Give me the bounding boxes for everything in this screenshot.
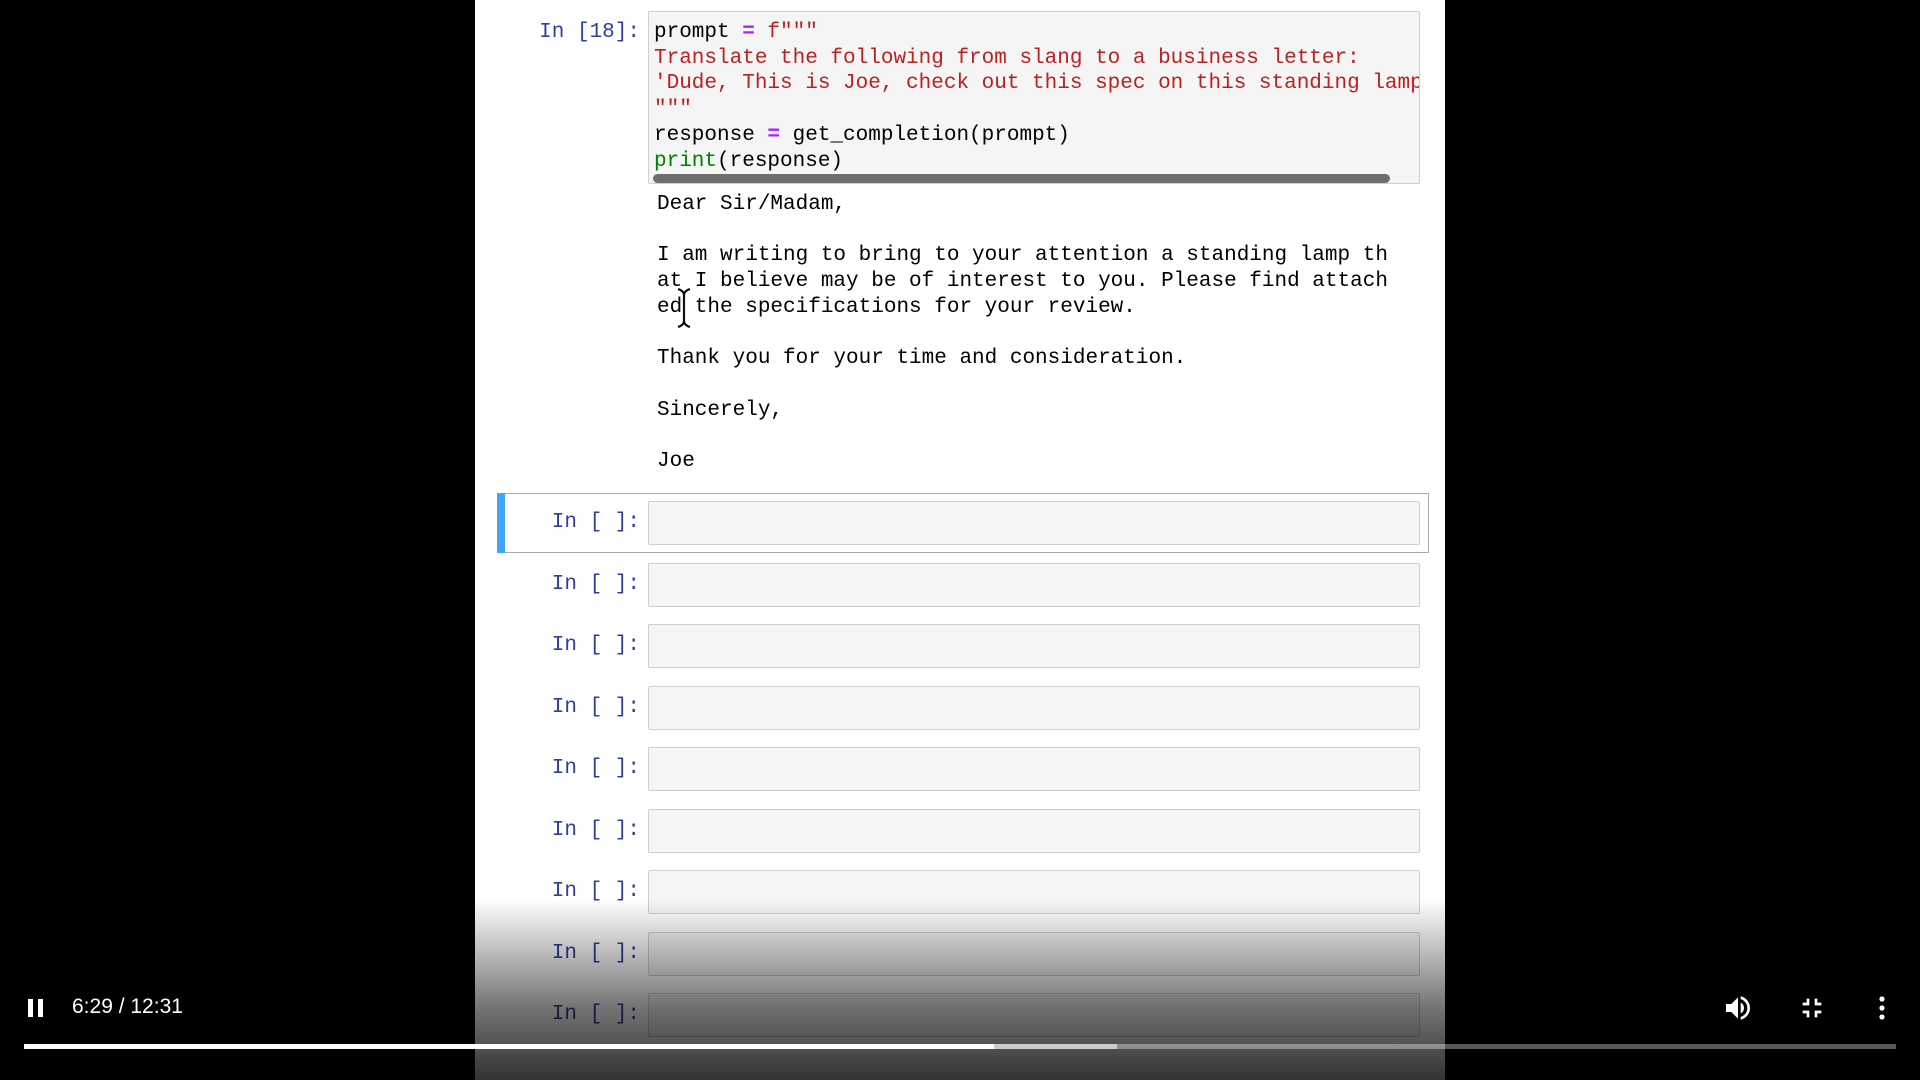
exit-fullscreen-button[interactable] bbox=[1796, 992, 1828, 1024]
cell-prompt: In [ ]: bbox=[551, 819, 640, 842]
empty-code-cell-input[interactable] bbox=[648, 501, 1420, 545]
empty-code-cell-input[interactable] bbox=[648, 993, 1420, 1037]
cell-prompt: In [ ]: bbox=[551, 634, 640, 657]
code-line: response = get_completion(prompt) bbox=[654, 123, 1419, 149]
cell-output: Dear Sir/Madam, I am writing to bring to… bbox=[657, 193, 1388, 474]
progress-bar[interactable] bbox=[24, 1044, 1896, 1049]
code-token: print bbox=[654, 149, 718, 173]
code-token: Translate the following from slang to a … bbox=[654, 46, 1360, 70]
empty-code-cell-input[interactable] bbox=[648, 686, 1420, 730]
code-cell-input[interactable]: prompt = f""" Translate the following fro… bbox=[648, 11, 1420, 184]
empty-code-cell-input[interactable] bbox=[648, 747, 1420, 791]
exit-fullscreen-icon bbox=[1802, 998, 1822, 1018]
code-editor[interactable]: prompt = f""" Translate the following fro… bbox=[654, 20, 1419, 174]
code-token: = bbox=[767, 123, 781, 147]
text-cursor-icon bbox=[677, 287, 691, 329]
empty-code-cell-input[interactable] bbox=[648, 870, 1420, 914]
empty-code-cell-input[interactable] bbox=[648, 932, 1420, 976]
code-token: get_completion(prompt) bbox=[780, 123, 1070, 147]
code-token: prompt bbox=[654, 21, 743, 44]
progress-played bbox=[24, 1044, 994, 1049]
empty-code-cell-input[interactable] bbox=[648, 809, 1420, 853]
code-token: f""" bbox=[754, 21, 818, 44]
cell-prompt: In [ ]: bbox=[551, 942, 640, 965]
cell-prompt: In [ ]: bbox=[551, 511, 640, 534]
code-token: 'Dude, This is Joe, check out this spec … bbox=[654, 72, 1419, 96]
code-token: = bbox=[742, 21, 755, 44]
jupyter-notebook: In [18]: prompt = f""" Translate the foll… bbox=[475, 0, 1445, 1080]
code-line: Translate the following from slang to a … bbox=[654, 46, 1419, 72]
cell-prompt: In [ ]: bbox=[551, 573, 640, 596]
code-line: prompt = f""" bbox=[654, 20, 1419, 46]
cell-prompt: In [ ]: bbox=[551, 880, 640, 903]
code-token: (response) bbox=[717, 149, 844, 173]
empty-code-cell-input[interactable] bbox=[648, 563, 1420, 607]
more-vert-icon bbox=[1879, 996, 1885, 1020]
cell-prompt: In [ ]: bbox=[551, 757, 640, 780]
more-options-button[interactable] bbox=[1870, 992, 1894, 1024]
code-token: response bbox=[654, 123, 768, 147]
play-pause-button[interactable] bbox=[22, 994, 50, 1022]
cell-prompt: In [ ]: bbox=[551, 1003, 640, 1026]
cell-prompt-executed: In [18]: bbox=[539, 21, 640, 44]
horizontal-scrollbar[interactable] bbox=[653, 174, 1390, 183]
volume-button[interactable] bbox=[1722, 992, 1754, 1024]
code-line: 'Dude, This is Joe, check out this spec … bbox=[654, 71, 1419, 97]
code-token: """ bbox=[654, 98, 692, 122]
cell-prompt: In [ ]: bbox=[551, 696, 640, 719]
empty-code-cell-input[interactable] bbox=[648, 624, 1420, 668]
code-line: """ bbox=[654, 97, 1419, 123]
code-line: print(response) bbox=[654, 149, 1419, 175]
time-display: 6:29 / 12:31 bbox=[72, 995, 183, 1018]
volume-icon bbox=[1726, 996, 1750, 1020]
pause-icon bbox=[28, 999, 43, 1017]
